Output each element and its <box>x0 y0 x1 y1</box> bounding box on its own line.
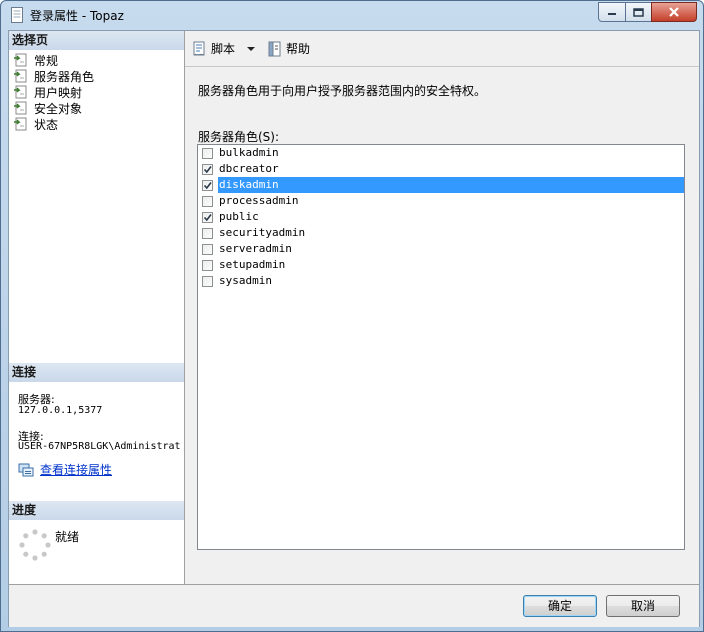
connection-value: USER-67NP5R8LGK\Administrat <box>18 441 181 452</box>
page-item-label: 用户映射 <box>34 85 83 100</box>
role-name: public <box>219 210 259 223</box>
role-name: securityadmin <box>219 226 306 239</box>
role-row-serveradmin[interactable]: serveradmin <box>198 241 684 257</box>
role-checkbox[interactable] <box>202 243 213 255</box>
role-name: setupadmin <box>219 258 286 271</box>
minimize-icon <box>608 13 616 15</box>
view-connection-properties-link[interactable]: 查看连接属性 <box>40 461 112 478</box>
toolbar: 脚本 帮助 <box>185 31 699 67</box>
dialog-client: 选择页 常规 服务器角色 用户映射 安全对象 状态 连接 服务器: 127.0.… <box>8 30 700 627</box>
role-checkbox[interactable] <box>202 275 213 287</box>
chevron-down-icon[interactable] <box>247 46 256 52</box>
right-panel: 脚本 帮助 服务器角色用于向用户授予服务器范围内的安全特权。 服务器角色(S):… <box>185 31 699 584</box>
progress-spinner-icon <box>19 529 51 561</box>
dialog-window: 登录属性 - Topaz 选择页 常规 服务器角色 用户映射 安全对象 状态 连… <box>0 0 704 632</box>
close-icon <box>669 7 679 17</box>
view-connection-properties[interactable]: 查看连接属性 <box>18 461 112 478</box>
role-name: bulkadmin <box>219 146 279 159</box>
server-value: 127.0.0.1,5377 <box>18 405 103 416</box>
role-name: sysadmin <box>219 274 272 287</box>
help-label: 帮助 <box>286 42 311 56</box>
role-name: dbcreator <box>219 162 279 175</box>
page-icon <box>14 85 27 99</box>
page-item-general[interactable]: 常规 <box>13 52 94 68</box>
progress-header: 进度 <box>9 501 184 520</box>
button-bar: 确定 取消 <box>9 584 699 627</box>
checkmark-icon <box>203 181 212 189</box>
minimize-button[interactable] <box>598 2 626 22</box>
cancel-button[interactable]: 取消 <box>606 595 680 617</box>
page-item-label: 服务器角色 <box>34 69 95 84</box>
role-row-bulkadmin[interactable]: bulkadmin <box>198 145 684 161</box>
page-list: 常规 服务器角色 用户映射 安全对象 状态 <box>13 52 94 132</box>
role-name: serveradmin <box>219 242 292 255</box>
page-icon <box>14 117 27 131</box>
ok-button[interactable]: 确定 <box>523 595 597 617</box>
connection-header: 连接 <box>9 363 184 382</box>
page-item-label: 安全对象 <box>34 101 83 116</box>
page-item-label: 常规 <box>34 53 59 68</box>
role-checkbox[interactable] <box>202 259 213 271</box>
window-title: 登录属性 - Topaz <box>30 9 124 23</box>
script-label: 脚本 <box>211 42 236 56</box>
document-icon <box>11 7 23 23</box>
page-icon <box>14 69 27 83</box>
page-item-securables[interactable]: 安全对象 <box>13 100 94 116</box>
maximize-icon <box>633 7 644 17</box>
role-checkbox[interactable] <box>202 211 213 223</box>
role-row-securityadmin[interactable]: securityadmin <box>198 225 684 241</box>
role-row-diskadmin[interactable]: diskadmin <box>198 177 684 193</box>
script-button[interactable]: 脚本 <box>192 40 256 57</box>
page-description: 服务器角色用于向用户授予服务器范围内的安全特权。 <box>198 84 487 98</box>
role-checkbox[interactable] <box>202 163 213 175</box>
page-icon <box>14 53 27 67</box>
checkmark-icon <box>203 213 212 221</box>
title-bar[interactable]: 登录属性 - Topaz <box>1 1 703 29</box>
role-row-sysadmin[interactable]: sysadmin <box>198 273 684 289</box>
maximize-button[interactable] <box>625 2 652 22</box>
select-page-header: 选择页 <box>9 31 184 50</box>
progress-status: 就绪 <box>55 530 80 544</box>
page-item-server-roles[interactable]: 服务器角色 <box>13 68 94 84</box>
page-item-label: 状态 <box>34 117 59 132</box>
role-checkbox[interactable] <box>202 147 213 159</box>
page-item-status[interactable]: 状态 <box>13 116 94 132</box>
connection-properties-icon <box>18 463 34 476</box>
help-icon <box>268 41 281 56</box>
role-name: processadmin <box>219 194 299 207</box>
close-button[interactable] <box>651 2 697 22</box>
server-roles-label: 服务器角色(S): <box>198 130 280 144</box>
role-checkbox[interactable] <box>202 179 213 191</box>
role-row-processadmin[interactable]: processadmin <box>198 193 684 209</box>
page-icon <box>14 101 27 115</box>
help-button[interactable]: 帮助 <box>267 40 310 57</box>
left-panel: 选择页 常规 服务器角色 用户映射 安全对象 状态 连接 服务器: 127.0.… <box>9 31 185 584</box>
checkmark-icon <box>203 165 212 173</box>
script-icon <box>193 41 205 55</box>
server-roles-list[interactable]: bulkadmin dbcreator diskadmin processadm… <box>197 144 685 550</box>
role-row-dbcreator[interactable]: dbcreator <box>198 161 684 177</box>
role-row-public[interactable]: public <box>198 209 684 225</box>
role-checkbox[interactable] <box>202 195 213 207</box>
role-checkbox[interactable] <box>202 227 213 239</box>
role-name: diskadmin <box>218 177 684 193</box>
role-row-setupadmin[interactable]: setupadmin <box>198 257 684 273</box>
page-item-user-mapping[interactable]: 用户映射 <box>13 84 94 100</box>
